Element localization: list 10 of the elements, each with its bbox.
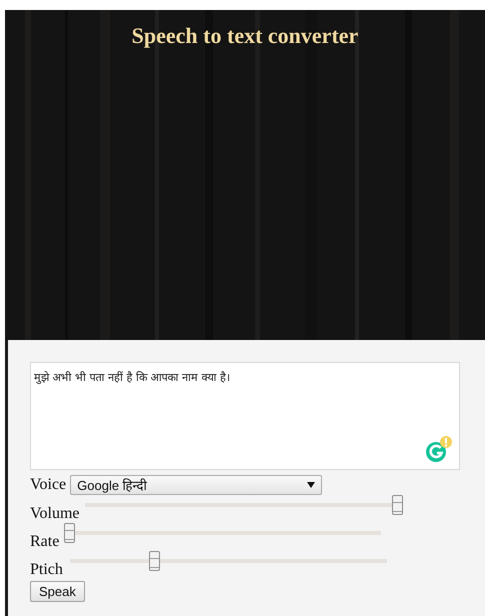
caret-icon xyxy=(307,482,316,488)
slider-label: Ptich xyxy=(30,561,63,579)
page-title: Speech to text converter xyxy=(130,23,360,49)
text-area[interactable]: मुझे अभी भी पता नहीं है कि आपका नाम क्या है। xyxy=(30,362,460,470)
voice-select[interactable]: Google हिन्दी xyxy=(70,475,322,495)
voice-label: Voice xyxy=(30,476,66,494)
grammar-checker-icon[interactable] xyxy=(425,435,453,463)
slider-label: Rate xyxy=(30,533,60,551)
speak-button[interactable]: Speak xyxy=(30,581,85,602)
slider-label: Volume xyxy=(30,505,80,523)
